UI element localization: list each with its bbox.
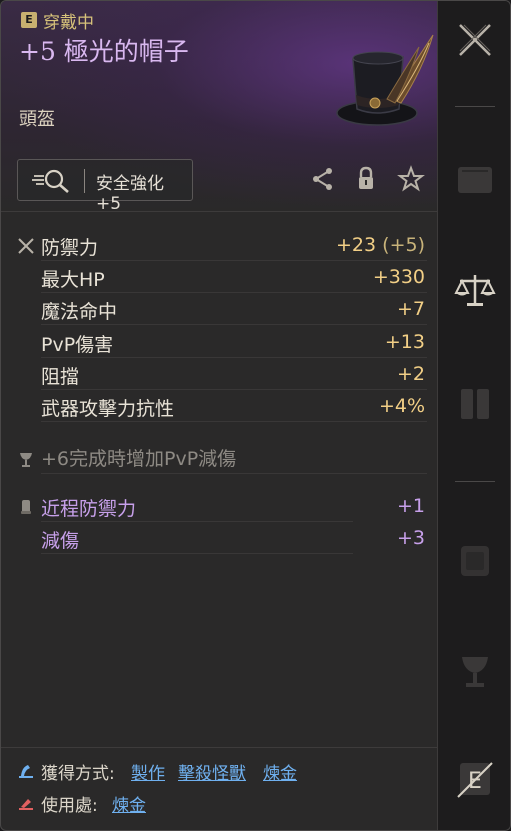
acquisition-link-monster[interactable]: 擊殺怪獸 — [178, 759, 246, 784]
stat-row: 魔法命中 +7 — [1, 295, 437, 325]
stat-row: 武器攻擊力抗性 +4% — [1, 392, 437, 422]
stat-row: 防禦力 +23 (+5) — [1, 231, 437, 261]
stat-value: +2 — [396, 363, 425, 385]
safe-enhance-label: 安全強化 +5 — [96, 174, 164, 214]
magnifier-enhance-icon — [32, 169, 69, 193]
stat-name: 魔法命中 — [41, 301, 118, 323]
footer-divider — [1, 747, 437, 748]
stat-name: 防禦力 — [41, 237, 99, 259]
stat-value: +7 — [396, 298, 425, 320]
special-stat-name: 近程防禦力 — [41, 498, 137, 520]
equip-status: 穿戴中 — [43, 13, 94, 33]
stat-value: +330 — [372, 266, 425, 288]
special-stat-row: 近程防禦力 +1 — [1, 492, 437, 522]
stat-value: +4% — [378, 395, 425, 417]
svg-text:E: E — [468, 769, 482, 794]
sidebar-separator — [455, 106, 495, 107]
acquisition-icon — [19, 765, 33, 778]
acquisition-link-alchemy[interactable]: 煉金 — [263, 759, 297, 784]
usage-row: 使用處: 煉金 — [1, 789, 437, 817]
goblet-icon — [20, 453, 32, 467]
special-stat-row: 減傷 +3 — [1, 524, 437, 554]
safe-enhance-button[interactable]: 安全強化 +5 — [17, 159, 193, 214]
item-name: +5 極光的帽子 — [19, 37, 189, 66]
tooltip-sidebar: E — [437, 1, 510, 830]
header-divider — [1, 211, 437, 212]
acquisition-link-craft[interactable]: 製作 — [131, 759, 165, 784]
equipped-badge-icon: E — [21, 12, 37, 28]
stat-row: 最大HP +330 — [1, 263, 437, 293]
usage-link-alchemy[interactable]: 煉金 — [112, 791, 146, 816]
lock-icon[interactable] — [352, 165, 380, 193]
close-icon[interactable] — [452, 17, 498, 63]
item-type: 頭盔 — [19, 109, 55, 130]
stat-name: 最大HP — [41, 269, 105, 291]
special-stat-value: +1 — [396, 495, 425, 517]
special-stat-value: +3 — [396, 527, 425, 549]
set-bonus-text: +6完成時增加PvP減傷 — [41, 448, 237, 470]
stat-value: +23 (+5) — [336, 234, 425, 256]
stat-row: 阻擋 +2 — [1, 360, 437, 390]
goblet-icon[interactable] — [452, 649, 498, 695]
item-header: E 穿戴中 +5 極光的帽子 頭盔 安全強化 +5 — [1, 1, 437, 214]
storage-icon[interactable] — [452, 538, 498, 584]
favorite-star-icon[interactable] — [397, 165, 425, 193]
stat-row: PvP傷害 +13 — [1, 328, 437, 358]
stat-name: PvP傷害 — [41, 334, 114, 356]
acquisition-row: 獲得方式: 製作 擊殺怪獸 煉金 — [1, 757, 437, 785]
usage-icon — [19, 799, 33, 810]
button-separator — [84, 169, 85, 193]
set-bonus-divider — [41, 473, 427, 474]
acquisition-label: 獲得方式: — [41, 764, 115, 784]
top-hat-icon — [336, 34, 434, 126]
stat-value: +13 — [384, 331, 425, 353]
open-book-icon[interactable] — [452, 381, 498, 427]
stat-name: 阻擋 — [41, 366, 80, 388]
special-stat-name: 減傷 — [41, 530, 80, 552]
share-icon[interactable] — [309, 165, 337, 193]
item-tooltip-panel: E 穿戴中 +5 極光的帽子 頭盔 安全強化 +5 防禦力 +23 (+5) 最… — [0, 0, 511, 831]
equipped-e-icon[interactable]: E — [452, 757, 498, 803]
balance-scale-icon[interactable] — [452, 267, 498, 313]
usage-label: 使用處: — [41, 796, 98, 816]
stat-bonus: (+5) — [382, 234, 425, 256]
sidebar-separator — [455, 481, 495, 482]
stat-name: 武器攻擊力抗性 — [41, 398, 175, 420]
book-icon[interactable] — [452, 157, 498, 203]
